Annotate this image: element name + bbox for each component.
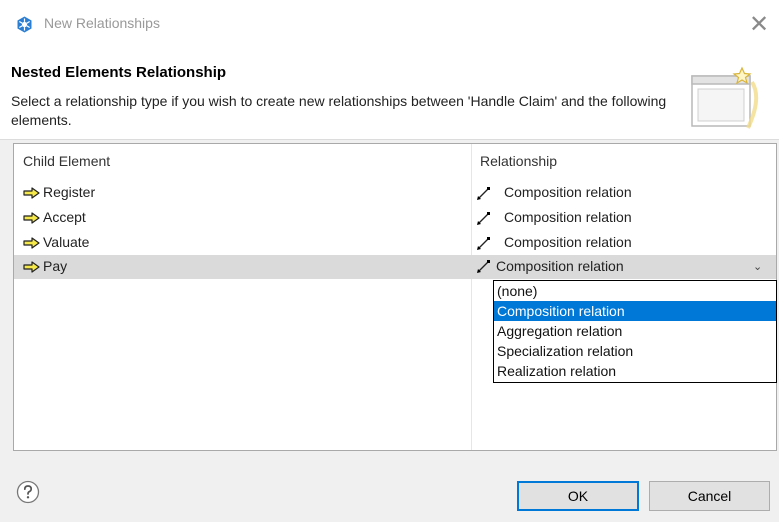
table-row[interactable]: Register Composition relation (14, 181, 776, 205)
relationship-label: Composition relation (504, 209, 632, 225)
child-element-label: Accept (43, 209, 86, 225)
cancel-button[interactable]: Cancel (649, 481, 770, 511)
dropdown-option-composition[interactable]: Composition relation (494, 301, 776, 321)
composition-line-icon (477, 187, 490, 200)
relationship-combo-value: Composition relation (496, 258, 624, 274)
table-row[interactable]: Valuate Composition relation (14, 231, 776, 255)
column-header-child-element[interactable]: Child Element (23, 153, 110, 169)
composition-line-icon (477, 212, 490, 225)
chevron-down-icon[interactable]: ⌄ (753, 260, 762, 273)
wizard-header: Nested Elements Relationship Select a re… (0, 48, 779, 140)
close-button[interactable]: ✕ (744, 9, 774, 39)
window-wizard-icon (691, 66, 759, 129)
ok-button[interactable]: OK (517, 481, 639, 511)
child-element-label: Valuate (43, 234, 90, 250)
app-icon (17, 16, 32, 33)
yellow-arrow-icon (23, 237, 40, 249)
dropdown-option-none[interactable]: (none) (494, 281, 776, 301)
help-icon[interactable] (16, 480, 40, 504)
page-description: Select a relationship type if you wish t… (11, 93, 667, 128)
yellow-arrow-icon (23, 261, 40, 273)
yellow-arrow-icon (23, 187, 40, 199)
table-row-selected[interactable]: Pay Composition relation ⌄ (14, 255, 776, 279)
relationship-label: Composition relation (504, 184, 632, 200)
relationship-label: Composition relation (504, 234, 632, 250)
page-title: Nested Elements Relationship (11, 64, 227, 81)
composition-line-icon (477, 237, 490, 250)
window-title: New Relationships (44, 15, 160, 31)
composition-line-icon (477, 260, 490, 273)
close-icon: ✕ (748, 10, 770, 38)
dropdown-option-specialization[interactable]: Specialization relation (494, 341, 776, 361)
child-element-label: Pay (43, 258, 68, 274)
child-element-label: Register (43, 184, 96, 200)
relationship-dropdown-list: (none) Composition relation Aggregation … (493, 280, 777, 383)
dropdown-option-realization[interactable]: Realization relation (494, 361, 776, 381)
dropdown-option-aggregation[interactable]: Aggregation relation (494, 321, 776, 341)
table-row[interactable]: Accept Composition relation (14, 206, 776, 230)
title-bar: New Relationships ✕ (0, 0, 779, 48)
yellow-arrow-icon (23, 212, 40, 224)
column-header-relationship[interactable]: Relationship (480, 153, 557, 169)
